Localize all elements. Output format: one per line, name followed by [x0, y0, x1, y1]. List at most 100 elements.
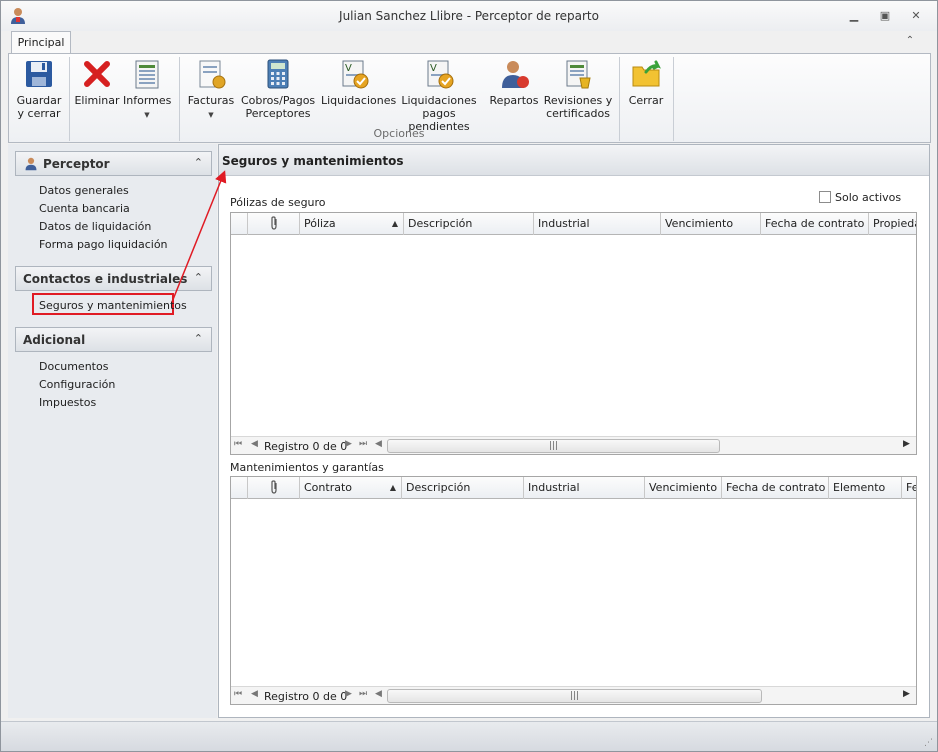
prev-record-icon[interactable]: ◀	[251, 439, 258, 449]
column-header-descripcion[interactable]: Descripción	[402, 477, 524, 499]
horizontal-scrollbar-thumb[interactable]: |||	[387, 689, 762, 703]
close-window-button[interactable]: ✕	[905, 7, 927, 25]
last-record-icon[interactable]: ⏭	[359, 689, 367, 699]
scroll-left-icon[interactable]: ◀	[375, 689, 382, 699]
nav-item-documentos[interactable]: Documentos	[39, 360, 108, 373]
invoices-label: Facturas	[187, 94, 235, 107]
next-record-icon[interactable]: ▶	[345, 439, 352, 449]
attachment-column-header[interactable]	[248, 477, 300, 499]
resize-grip-icon[interactable]: ⋰	[924, 738, 933, 748]
prev-record-icon[interactable]: ◀	[251, 689, 258, 699]
navgroup-adicional[interactable]: Adicional ⌃	[15, 327, 212, 352]
close-label: Cerrar	[628, 94, 664, 107]
scroll-right-icon[interactable]: ▶	[903, 689, 910, 699]
payments-button[interactable]: Cobros/Pagos Perceptores	[241, 58, 315, 120]
tab-principal[interactable]: Principal	[11, 31, 71, 54]
maintenance-grid[interactable]: Contrato ▲ Descripción Industrial Vencimi…	[230, 476, 917, 705]
ribbon: Guardar y cerrar Eliminar Informes ▼ Fac…	[8, 53, 931, 143]
nav-item-impuestos[interactable]: Impuestos	[39, 396, 96, 409]
reviews-label-2: certificados	[546, 107, 610, 120]
save-icon	[26, 61, 52, 87]
ribbon-tab-strip: Principal ⌃	[1, 31, 937, 54]
save-label-1: Guardar	[16, 94, 62, 107]
nav-item-datos-liquidacion[interactable]: Datos de liquidación	[39, 220, 151, 233]
column-header-vencimiento[interactable]: Vencimiento	[661, 213, 761, 235]
sort-ascending-icon: ▲	[389, 483, 396, 492]
reports-label: Informes	[123, 94, 172, 107]
nav-item-configuracion[interactable]: Configuración	[39, 378, 115, 391]
paperclip-icon	[270, 480, 277, 494]
payments-label-1: Cobros/Pagos	[241, 94, 316, 107]
only-active-label: Solo activos	[835, 191, 902, 204]
maximize-button[interactable]: ▣	[874, 7, 896, 25]
column-header-fecha[interactable]: Fecha	[902, 477, 916, 499]
invoices-button[interactable]: Facturas ▼	[187, 58, 235, 122]
column-header-contrato[interactable]: Contrato ▲	[300, 477, 402, 499]
row-indicator-header	[231, 213, 248, 235]
reviews-certificates-button[interactable]: Revisiones y certificados	[543, 58, 613, 120]
distributions-label: Repartos	[489, 94, 539, 107]
reports-icon	[135, 60, 159, 89]
pending-settlements-button[interactable]: V Liquidaciones pagos pendientes	[393, 58, 485, 133]
paperclip-icon	[270, 216, 277, 230]
pending-settlement-icon: V	[427, 60, 454, 89]
column-header-elemento[interactable]: Elemento	[829, 477, 902, 499]
nav-item-cuenta-bancaria[interactable]: Cuenta bancaria	[39, 202, 130, 215]
column-header-fecha-contrato[interactable]: Fecha de contrato	[761, 213, 869, 235]
scroll-grip-icon: |||	[548, 441, 559, 451]
chevron-up-icon[interactable]: ⌃	[194, 271, 203, 284]
distributions-button[interactable]: Repartos	[489, 58, 539, 107]
collapse-ribbon-icon[interactable]: ⌃	[903, 35, 917, 49]
chevron-down-icon: ▼	[144, 111, 150, 119]
close-button[interactable]: Cerrar	[623, 58, 669, 107]
record-count: Registro 0 de 0	[264, 690, 348, 703]
navgroup-title: Contactos e industriales	[23, 272, 188, 286]
column-header-descripcion[interactable]: Descripción	[404, 213, 534, 235]
delete-button[interactable]: Eliminar	[73, 58, 121, 107]
column-header-industrial[interactable]: Industrial	[524, 477, 645, 499]
chevron-up-icon[interactable]: ⌃	[194, 156, 203, 169]
horizontal-scrollbar-thumb[interactable]: |||	[387, 439, 720, 453]
column-header-fecha-contrato[interactable]: Fecha de contrato	[722, 477, 829, 499]
chevron-up-icon[interactable]: ⌃	[194, 332, 203, 345]
record-count: Registro 0 de 0	[264, 440, 348, 453]
attachment-column-header[interactable]	[248, 213, 300, 235]
column-header-propiedad[interactable]: Propiedad	[869, 213, 916, 235]
settlements-button[interactable]: V Liquidaciones	[321, 58, 396, 107]
column-header-industrial[interactable]: Industrial	[534, 213, 661, 235]
first-record-icon[interactable]: ⏮	[234, 439, 242, 449]
ribbon-separator	[69, 57, 70, 141]
svg-text:V: V	[345, 63, 352, 74]
nav-item-forma-pago[interactable]: Forma pago liquidación	[39, 238, 168, 251]
users-icon	[502, 61, 529, 88]
delete-label: Eliminar	[74, 94, 120, 107]
scroll-grip-icon: |||	[569, 691, 580, 701]
checkbox-box[interactable]	[819, 191, 831, 203]
nav-item-datos-generales[interactable]: Datos generales	[39, 184, 129, 197]
last-record-icon[interactable]: ⏭	[359, 439, 367, 449]
navgroup-perceptor[interactable]: Perceptor ⌃	[15, 151, 212, 176]
reports-button[interactable]: Informes ▼	[123, 58, 171, 122]
reviews-label-1: Revisiones y	[543, 94, 613, 107]
payments-label-2: Perceptores	[245, 107, 311, 120]
only-active-checkbox[interactable]: Solo activos	[819, 191, 901, 204]
policies-grid[interactable]: Póliza ▲ Descripción Industrial Vencimien…	[230, 212, 917, 455]
ribbon-group-label: Opciones	[373, 127, 425, 140]
grid-header: Póliza ▲ Descripción Industrial Vencimien…	[231, 213, 916, 235]
column-header-vencimiento[interactable]: Vencimiento	[645, 477, 722, 499]
main-header: Seguros y mantenimientos	[219, 145, 929, 176]
nav-item-seguros-mantenimientos[interactable]: Seguros y mantenimientos	[39, 299, 187, 312]
next-record-icon[interactable]: ▶	[345, 689, 352, 699]
settlement-icon: V	[342, 60, 369, 89]
scroll-right-icon[interactable]: ▶	[903, 439, 910, 449]
save-close-button[interactable]: Guardar y cerrar	[13, 58, 65, 120]
sort-ascending-icon: ▲	[391, 219, 398, 228]
grid-header: Contrato ▲ Descripción Industrial Vencimi…	[231, 477, 916, 499]
navgroup-contactos[interactable]: Contactos e industriales ⌃	[15, 266, 212, 291]
minimize-button[interactable]: ▁	[843, 7, 865, 25]
scroll-left-icon[interactable]: ◀	[375, 439, 382, 449]
first-record-icon[interactable]: ⏮	[234, 689, 242, 699]
column-header-poliza[interactable]: Póliza ▲	[300, 213, 404, 235]
close-folder-icon	[632, 60, 661, 87]
save-label-2: y cerrar	[17, 107, 61, 120]
